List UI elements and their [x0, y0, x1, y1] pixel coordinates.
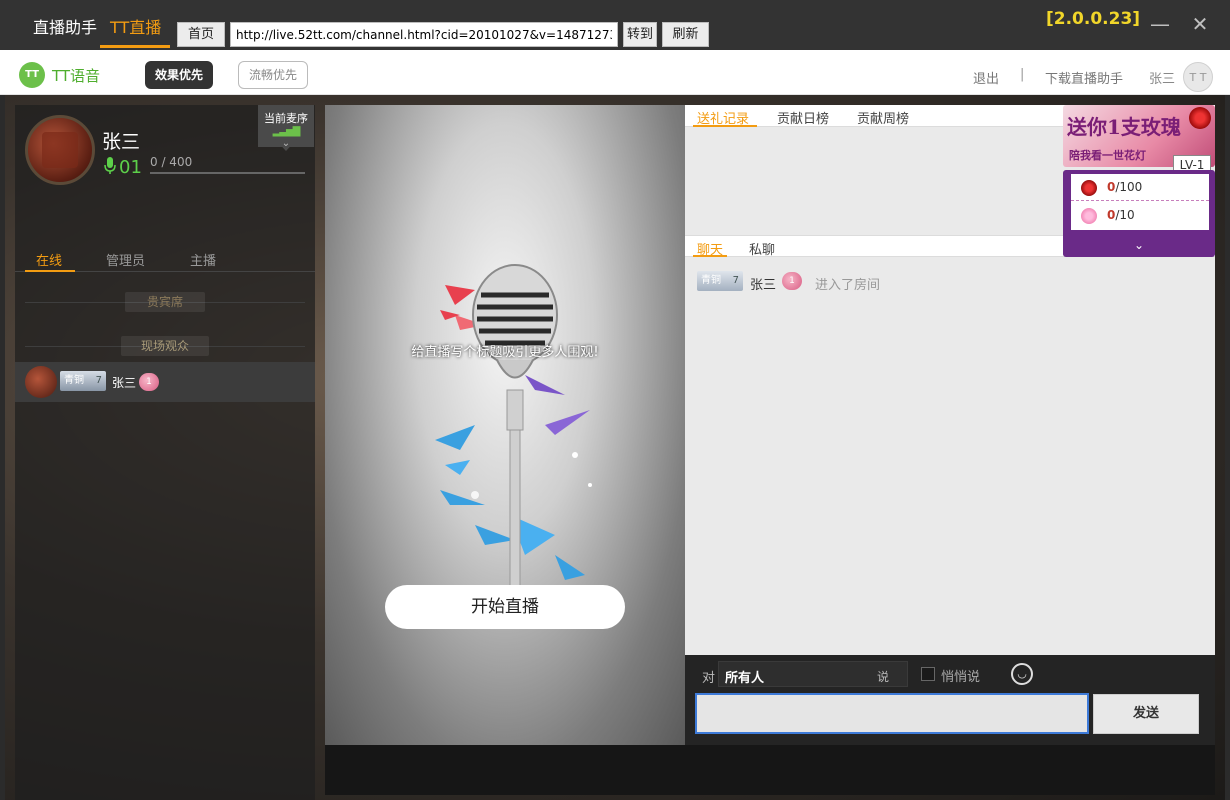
level-number: 7 [95, 375, 102, 386]
smooth-priority-button[interactable]: 流畅优先 [238, 61, 308, 89]
stage-title-hint[interactable]: 给直播写个标题吸引更多人围观! [325, 341, 685, 360]
heart-badge-icon: 1 [139, 373, 159, 391]
tt-logo-icon: TT [19, 62, 45, 88]
level-name: 青铜 [64, 375, 84, 386]
mic-queue-label: 当前麦序 [264, 112, 308, 125]
message-input[interactable] [695, 693, 1089, 734]
start-live-button[interactable]: 开始直播 [385, 585, 625, 629]
cupid-icon [1081, 208, 1097, 224]
to-label: 对 [702, 671, 716, 686]
effect-priority-button[interactable]: 效果优先 [145, 61, 213, 89]
gift-promo[interactable]: 送你1支玫瑰 陪我看一世花灯 LV-1 0/100 0/10 ⌄ [1063, 105, 1215, 257]
app-title[interactable]: 直播助手 [33, 14, 97, 38]
tab-private-chat[interactable]: 私聊 [749, 239, 775, 258]
chevron-down-icon[interactable]: ⌄ [1063, 238, 1215, 252]
level-number: 7 [732, 275, 739, 286]
avatar [25, 366, 57, 398]
cupid-total: /10 [1115, 208, 1135, 222]
chat-tab-underline [693, 255, 727, 257]
gift-tab-underline [693, 125, 757, 127]
promo-title: 送你1支玫瑰 [1067, 115, 1181, 139]
host-avatar[interactable] [25, 115, 95, 185]
audience-username: 张三 [112, 376, 137, 390]
audience-tabs: 在线 管理员 主播 [15, 242, 315, 272]
live-stage: 给直播写个标题吸引更多人围观! 开始直播 [325, 105, 685, 745]
url-input[interactable] [230, 22, 618, 47]
go-button[interactable]: 转到 [623, 22, 657, 47]
chat-footer [685, 745, 1215, 795]
tt-logo-text: TT语音 [52, 67, 101, 85]
host-progress-bar [150, 172, 305, 174]
chat-target-select[interactable]: 所有人 说 [718, 661, 908, 687]
level-badge: 青铜 7 [60, 371, 106, 391]
whisper-label[interactable]: 悄悄说 [941, 666, 980, 685]
tab-underline [25, 270, 75, 272]
microphone-illustration [435, 264, 592, 591]
list-item[interactable]: 青铜 7 张三 1 [15, 362, 315, 402]
logout-link[interactable]: 退出 [973, 68, 999, 87]
rose-icon [1081, 180, 1097, 196]
title-bar: 直播助手 TT直播 首页 转到 刷新 [2.0.0.23] — ✕ [0, 0, 1230, 50]
level-badge: 青铜 7 [697, 271, 743, 291]
active-tab-underline [100, 45, 170, 48]
host-name: 张三 [102, 131, 141, 153]
level-name: 青铜 [701, 275, 721, 286]
app-header: TT TT语音 效果优先 流畅优先 退出 | 下载直播助手 张三 T T [0, 50, 1230, 95]
room-number: 01 [119, 157, 142, 178]
signal-bars-icon: ▂▃▅▇ [272, 126, 301, 137]
close-icon[interactable]: ✕ [1190, 12, 1210, 36]
send-button[interactable]: 发送 [1093, 694, 1199, 734]
download-assistant-link[interactable]: 下载直播助手 [1045, 68, 1123, 87]
version-label: [2.0.0.23] [1046, 9, 1141, 29]
home-button[interactable]: 首页 [177, 22, 225, 47]
message-text: 进入了房间 [815, 278, 881, 293]
tab-admin[interactable]: 管理员 [106, 250, 145, 269]
whisper-checkbox[interactable] [921, 667, 935, 681]
tab-weekly-rank[interactable]: 贡献周榜 [857, 108, 909, 127]
tab-tt-live[interactable]: TT直播 [110, 14, 161, 38]
user-avatar[interactable]: T T [1183, 62, 1213, 92]
header-username[interactable]: 张三 [1149, 68, 1175, 87]
rose-icon [1189, 107, 1211, 129]
heart-badge-icon: 1 [782, 272, 802, 290]
chat-target-value: 所有人 [725, 671, 765, 686]
smile-icon[interactable]: ◡ [1011, 663, 1033, 685]
host-panel: 张三 01 0 / 400 当前麦序 ▂▃▅▇ ⌄ 在线 管理员 主播 贵宾席 … [15, 105, 315, 800]
audience-section-label: 现场观众 [121, 336, 209, 356]
stage-footer [325, 745, 685, 795]
refresh-button[interactable]: 刷新 [662, 22, 709, 47]
message-username[interactable]: 张三 [750, 274, 776, 293]
vip-section-label: 贵宾席 [125, 292, 205, 312]
rose-total: /100 [1115, 180, 1143, 194]
minimize-icon[interactable]: — [1150, 12, 1170, 36]
header-separator: | [1020, 67, 1025, 82]
say-label: 说 [876, 670, 889, 684]
host-progress-text: 0 / 400 [150, 155, 193, 169]
rose-progress-row: 0/100 [1071, 174, 1209, 201]
tab-online[interactable]: 在线 [36, 250, 62, 269]
tab-daily-rank[interactable]: 贡献日榜 [777, 108, 829, 127]
chat-input-area: 对 所有人 说 悄悄说 ◡ 发送 [685, 655, 1215, 745]
promo-progress-box: 0/100 0/10 ⌄ [1063, 170, 1215, 257]
cupid-progress-row: 0/10 [1071, 202, 1209, 229]
promo-subtitle: 陪我看一世花灯 [1069, 149, 1146, 162]
tab-anchor[interactable]: 主播 [190, 250, 216, 269]
mic-icon [104, 157, 116, 174]
